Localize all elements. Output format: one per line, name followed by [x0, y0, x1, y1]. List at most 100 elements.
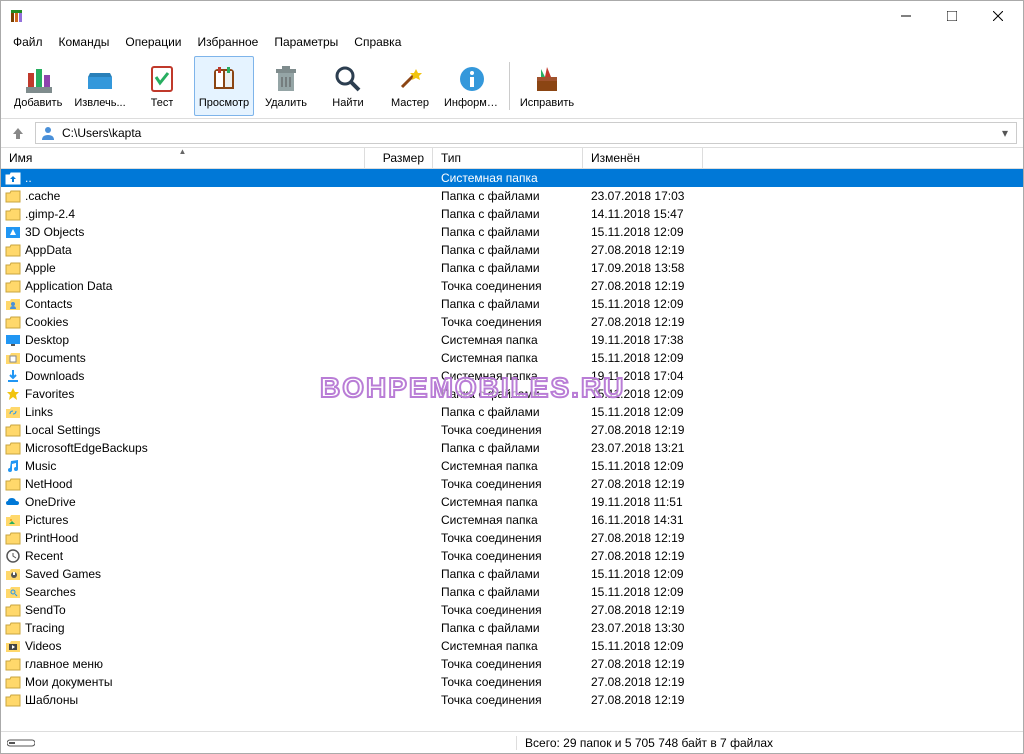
file-name: Saved Games [25, 567, 101, 581]
file-row[interactable]: OneDriveСистемная папка19.11.2018 11:51 [1, 493, 1023, 511]
file-row[interactable]: SendToТочка соединения27.08.2018 12:19 [1, 601, 1023, 619]
toolbar-test-button[interactable]: Тест [132, 56, 192, 116]
address-dropdown-icon[interactable]: ▾ [998, 126, 1012, 140]
file-row[interactable]: AppDataПапка с файлами27.08.2018 12:19 [1, 241, 1023, 259]
close-button[interactable] [975, 1, 1021, 31]
file-date: 27.08.2018 12:19 [583, 657, 703, 671]
menu-item-2[interactable]: Операции [117, 33, 189, 51]
file-row[interactable]: Мои документыТочка соединения27.08.2018 … [1, 673, 1023, 691]
toolbar-add-button[interactable]: Добавить [8, 56, 68, 116]
file-row[interactable]: ..Системная папка [1, 169, 1023, 187]
file-name: .cache [25, 189, 60, 203]
favorites-icon [5, 386, 21, 402]
file-row[interactable]: PicturesСистемная папка16.11.2018 14:31 [1, 511, 1023, 529]
minimize-button[interactable] [883, 1, 929, 31]
onedrive-icon [5, 494, 21, 510]
file-name-cell: PrintHood [5, 530, 365, 546]
toolbar-view-button[interactable]: Просмотр [194, 56, 254, 116]
menu-item-0[interactable]: Файл [5, 33, 51, 51]
file-name-cell: Cookies [5, 314, 365, 330]
test-icon [146, 63, 178, 95]
folder-icon [5, 440, 21, 456]
folder-icon [5, 422, 21, 438]
file-date: 23.07.2018 13:30 [583, 621, 703, 635]
menu-item-4[interactable]: Параметры [266, 33, 346, 51]
toolbar-repair-button[interactable]: Исправить [517, 56, 577, 116]
file-row[interactable]: FavoritesПапка с файлами15.11.2018 12:09 [1, 385, 1023, 403]
toolbar-wizard-button[interactable]: Мастер [380, 56, 440, 116]
file-row[interactable]: .gimp-2.4Папка с файлами14.11.2018 15:47 [1, 205, 1023, 223]
file-row[interactable]: SearchesПапка с файлами15.11.2018 12:09 [1, 583, 1023, 601]
toolbar-info-button[interactable]: Информация [442, 56, 502, 116]
folder-icon [5, 602, 21, 618]
address-input[interactable] [62, 126, 992, 140]
file-row[interactable]: ШаблоныТочка соединения27.08.2018 12:19 [1, 691, 1023, 709]
file-row[interactable]: DocumentsСистемная папка15.11.2018 12:09 [1, 349, 1023, 367]
file-row[interactable]: DesktopСистемная папка19.11.2018 17:38 [1, 331, 1023, 349]
file-type: Точка соединения [433, 315, 583, 329]
file-date: 15.11.2018 12:09 [583, 567, 703, 581]
file-list[interactable]: ..Системная папка.cacheПапка с файлами23… [1, 169, 1023, 731]
file-row[interactable]: CookiesТочка соединения27.08.2018 12:19 [1, 313, 1023, 331]
file-row[interactable]: главное менюТочка соединения27.08.2018 1… [1, 655, 1023, 673]
file-name-cell: .gimp-2.4 [5, 206, 365, 222]
file-name: Шаблоны [25, 693, 78, 707]
file-row[interactable]: TracingПапка с файлами23.07.2018 13:30 [1, 619, 1023, 637]
menu-item-3[interactable]: Избранное [190, 33, 267, 51]
file-row[interactable]: NetHoodТочка соединения27.08.2018 12:19 [1, 475, 1023, 493]
file-date: 19.11.2018 17:04 [583, 369, 703, 383]
file-name-cell: Videos [5, 638, 365, 654]
file-row[interactable]: DownloadsСистемная папка19.11.2018 17:04 [1, 367, 1023, 385]
saved-icon [5, 566, 21, 582]
column-date[interactable]: Изменён [583, 148, 703, 168]
sort-indicator: ▲ [179, 147, 187, 156]
file-name: 3D Objects [25, 225, 84, 239]
contacts-icon [5, 296, 21, 312]
extract-icon [84, 63, 116, 95]
file-name: Мои документы [25, 675, 112, 689]
file-date: 14.11.2018 15:47 [583, 207, 703, 221]
toolbar-delete-button[interactable]: Удалить [256, 56, 316, 116]
file-row[interactable]: 3D ObjectsПапка с файлами15.11.2018 12:0… [1, 223, 1023, 241]
file-row[interactable]: Saved GamesПапка с файлами15.11.2018 12:… [1, 565, 1023, 583]
file-row[interactable]: Application DataТочка соединения27.08.20… [1, 277, 1023, 295]
file-name-cell: Music [5, 458, 365, 474]
file-row[interactable]: VideosСистемная папка15.11.2018 12:09 [1, 637, 1023, 655]
file-row[interactable]: LinksПапка с файлами15.11.2018 12:09 [1, 403, 1023, 421]
file-name: Favorites [25, 387, 74, 401]
address-field[interactable]: ▾ [35, 122, 1017, 144]
links-icon [5, 404, 21, 420]
up-icon [5, 170, 21, 186]
maximize-button[interactable] [929, 1, 975, 31]
menu-item-1[interactable]: Команды [51, 33, 118, 51]
file-date: 27.08.2018 12:19 [583, 675, 703, 689]
file-row[interactable]: ContactsПапка с файлами15.11.2018 12:09 [1, 295, 1023, 313]
file-type: Точка соединения [433, 693, 583, 707]
file-row[interactable]: MusicСистемная папка15.11.2018 12:09 [1, 457, 1023, 475]
statusbar: Всего: 29 папок и 5 705 748 байт в 7 фай… [1, 731, 1023, 753]
file-type: Точка соединения [433, 477, 583, 491]
file-row[interactable]: AppleПапка с файлами17.09.2018 13:58 [1, 259, 1023, 277]
file-name: .gimp-2.4 [25, 207, 75, 221]
addressbar: ▾ [1, 119, 1023, 147]
file-row[interactable]: .cacheПапка с файлами23.07.2018 17:03 [1, 187, 1023, 205]
file-name-cell: Шаблоны [5, 692, 365, 708]
file-row[interactable]: Local SettingsТочка соединения27.08.2018… [1, 421, 1023, 439]
column-type[interactable]: Тип [433, 148, 583, 168]
file-type: Системная папка [433, 369, 583, 383]
file-type: Точка соединения [433, 657, 583, 671]
up-button[interactable] [7, 122, 29, 144]
file-date: 27.08.2018 12:19 [583, 279, 703, 293]
file-date: 15.11.2018 12:09 [583, 297, 703, 311]
column-size[interactable]: Размер [365, 148, 433, 168]
toolbar-label: Найти [332, 97, 363, 109]
toolbar-find-button[interactable]: Найти [318, 56, 378, 116]
file-row[interactable]: MicrosoftEdgeBackupsПапка с файлами23.07… [1, 439, 1023, 457]
file-row[interactable]: PrintHoodТочка соединения27.08.2018 12:1… [1, 529, 1023, 547]
toolbar: ДобавитьИзвлечь...ТестПросмотрУдалить Най… [1, 53, 1023, 119]
column-name[interactable]: ▲Имя [1, 148, 365, 168]
menu-item-5[interactable]: Справка [346, 33, 409, 51]
toolbar-extract-button[interactable]: Извлечь... [70, 56, 130, 116]
file-row[interactable]: RecentТочка соединения27.08.2018 12:19 [1, 547, 1023, 565]
file-name: PrintHood [25, 531, 78, 545]
